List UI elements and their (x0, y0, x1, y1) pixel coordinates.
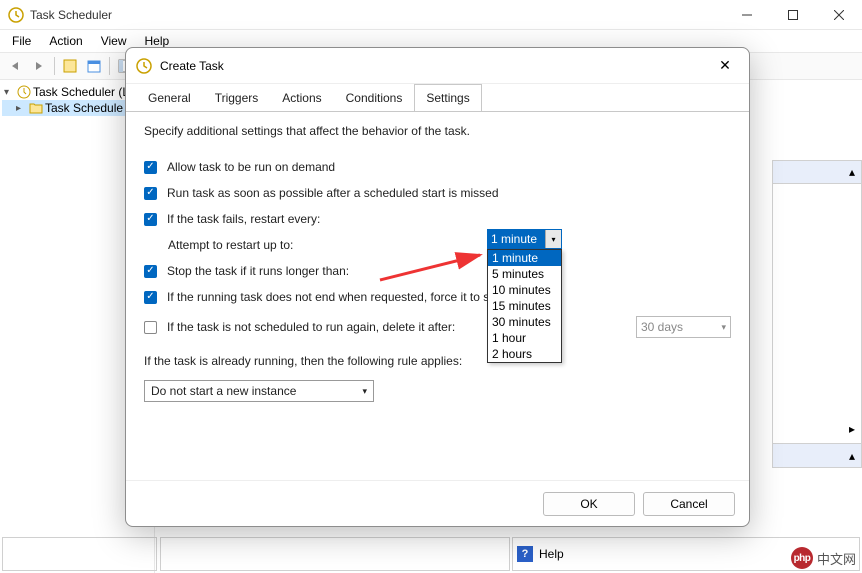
row-run-asap: Run task as soon as possible after a sch… (144, 186, 731, 200)
combo-running-rule-value: Do not start a new instance (151, 384, 296, 398)
chevron-down-icon: ▾ (362, 386, 367, 397)
collapse-up-icon: ▴ (849, 449, 855, 463)
tab-general[interactable]: General (136, 84, 203, 112)
label-force-stop: If the running task does not end when re… (167, 290, 493, 304)
label-allow-on-demand: Allow task to be run on demand (167, 160, 335, 174)
dropdown-head[interactable]: 1 minute ▾ (487, 229, 562, 249)
toolbar-separator (54, 57, 55, 75)
dropdown-option[interactable]: 1 minute (488, 250, 561, 266)
window-title: Task Scheduler (30, 8, 724, 22)
dropdown-option[interactable]: 15 minutes (488, 298, 561, 314)
expand-icon[interactable]: ▸ (16, 103, 27, 114)
actions-panel: ▴ ▸ ▴ (772, 160, 862, 468)
row-rule-combo: Do not start a new instance ▾ (144, 380, 731, 402)
label-attempt-restart: Attempt to restart up to: (168, 238, 293, 252)
close-button[interactable] (816, 0, 862, 30)
row-attempt-restart: Attempt to restart up to: (168, 238, 731, 252)
label-stop-longer: Stop the task if it runs longer than: (167, 264, 349, 278)
ok-button[interactable]: OK (543, 492, 635, 516)
window-controls (724, 0, 862, 30)
status-bar: ? Help (160, 537, 860, 571)
row-rule-label: If the task is already running, then the… (144, 354, 731, 368)
calendar-icon[interactable] (83, 55, 105, 77)
menu-action[interactable]: Action (41, 32, 90, 50)
toolbar-separator (109, 57, 110, 75)
maximize-button[interactable] (770, 0, 816, 30)
actions-header[interactable]: ▴ (772, 160, 862, 184)
combo-delete-after[interactable]: 30 days ▾ (636, 316, 731, 338)
chevron-down-icon: ▾ (545, 230, 561, 248)
label-running-rule: If the task is already running, then the… (144, 354, 462, 368)
watermark: php 中文网 (791, 547, 856, 569)
dropdown-list: 1 minute 5 minutes 10 minutes 15 minutes… (487, 249, 562, 363)
dropdown-option[interactable]: 30 minutes (488, 314, 561, 330)
label-restart-every: If the task fails, restart every: (167, 212, 320, 226)
row-stop-longer: Stop the task if it runs longer than: (144, 264, 731, 278)
settings-description: Specify additional settings that affect … (144, 124, 731, 138)
menu-file[interactable]: File (4, 32, 39, 50)
status-help-label: Help (539, 547, 564, 561)
new-task-icon[interactable] (59, 55, 81, 77)
combo-running-rule[interactable]: Do not start a new instance ▾ (144, 380, 374, 402)
row-force-stop: If the running task does not end when re… (144, 290, 731, 304)
tab-row: General Triggers Actions Conditions Sett… (126, 84, 749, 112)
dialog-title: Create Task (160, 59, 711, 73)
row-restart-every: If the task fails, restart every: (144, 212, 731, 226)
checkbox-delete-after[interactable] (144, 321, 157, 334)
tree-root-label: Task Scheduler (L (33, 85, 129, 99)
help-badge-icon: ? (517, 546, 533, 562)
actions-scroll[interactable]: ▸ (772, 414, 862, 444)
expand-icon[interactable]: ▾ (4, 87, 15, 98)
dropdown-option[interactable]: 2 hours (488, 346, 561, 362)
dialog-close-button[interactable]: ✕ (711, 52, 739, 80)
tab-conditions[interactable]: Conditions (334, 84, 415, 112)
clock-icon (17, 85, 31, 99)
checkbox-restart-every[interactable] (144, 213, 157, 226)
checkbox-run-asap[interactable] (144, 187, 157, 200)
app-icon (8, 7, 24, 23)
back-button[interactable] (4, 55, 26, 77)
collapse-up-icon: ▴ (849, 165, 855, 179)
label-run-asap: Run task as soon as possible after a sch… (167, 186, 499, 200)
dialog-titlebar: Create Task ✕ (126, 48, 749, 84)
row-delete-after: If the task is not scheduled to run agai… (144, 316, 731, 338)
tab-actions[interactable]: Actions (270, 84, 333, 112)
dialog-body: Specify additional settings that affect … (126, 112, 749, 480)
cancel-button[interactable]: Cancel (643, 492, 735, 516)
dropdown-selected: 1 minute (488, 230, 545, 248)
dropdown-option[interactable]: 1 hour (488, 330, 561, 346)
titlebar: Task Scheduler (0, 0, 862, 30)
actions-header-2[interactable]: ▴ (772, 444, 862, 468)
restart-interval-dropdown: 1 minute ▾ 1 minute 5 minutes 10 minutes… (487, 229, 562, 363)
forward-button[interactable] (28, 55, 50, 77)
tab-settings[interactable]: Settings (414, 84, 481, 112)
status-left (160, 537, 510, 571)
dropdown-option[interactable]: 5 minutes (488, 266, 561, 282)
folder-icon (29, 101, 43, 115)
chevron-down-icon: ▾ (721, 322, 726, 333)
dialog-footer: OK Cancel (126, 480, 749, 526)
clock-icon (136, 58, 152, 74)
combo-delete-after-value: 30 days (641, 320, 683, 334)
tree-footer (2, 537, 157, 571)
row-allow-on-demand: Allow task to be run on demand (144, 160, 731, 174)
chevron-right-icon: ▸ (849, 422, 855, 436)
watermark-logo: php (791, 547, 813, 569)
minimize-button[interactable] (724, 0, 770, 30)
watermark-text: 中文网 (817, 549, 856, 568)
tree-library-label: Task Schedule (45, 101, 123, 115)
dropdown-option[interactable]: 10 minutes (488, 282, 561, 298)
actions-body (772, 184, 862, 414)
checkbox-force-stop[interactable] (144, 291, 157, 304)
checkbox-stop-longer[interactable] (144, 265, 157, 278)
checkbox-allow-on-demand[interactable] (144, 161, 157, 174)
create-task-dialog: Create Task ✕ General Triggers Actions C… (125, 47, 750, 527)
tab-triggers[interactable]: Triggers (203, 84, 271, 112)
